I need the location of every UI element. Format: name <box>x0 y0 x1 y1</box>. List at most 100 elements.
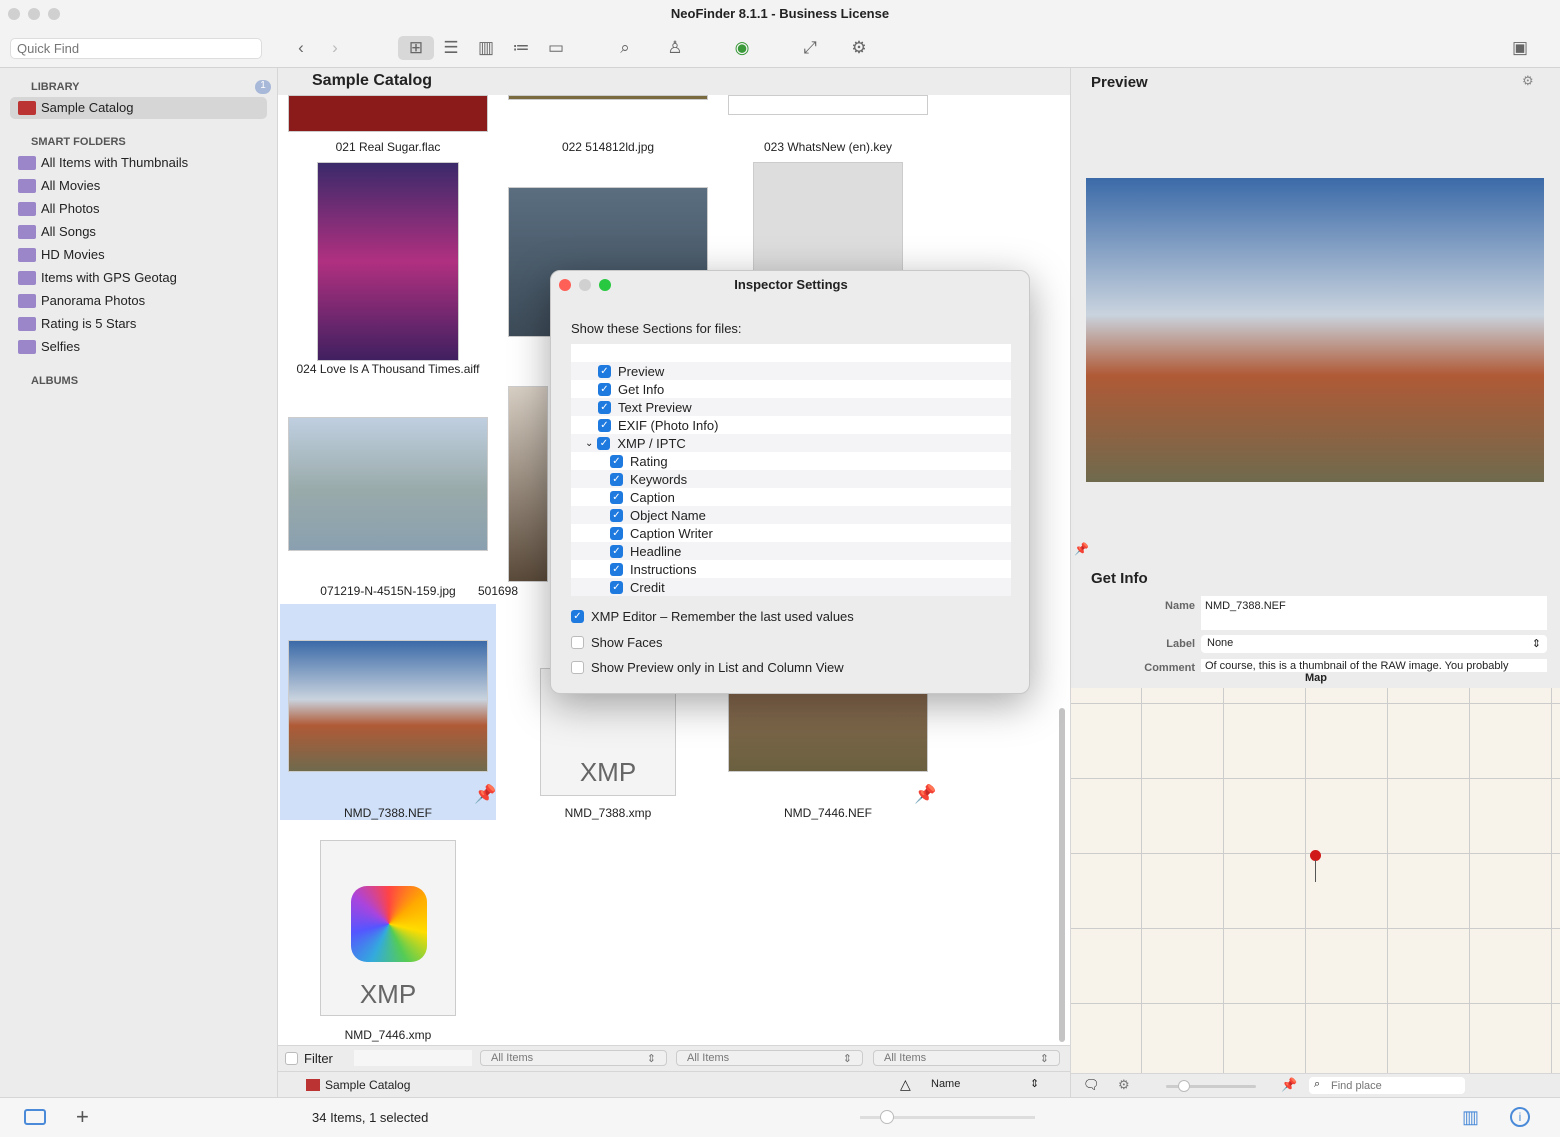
map-view[interactable] <box>1071 688 1560 1073</box>
section-row[interactable]: ✓ Get Info <box>571 380 1011 398</box>
item-name[interactable]: NMD_7388.NEF <box>278 806 498 820</box>
sidebar-item-smart-folder[interactable]: Rating is 5 Stars <box>18 313 136 335</box>
detail-list-view-button[interactable]: ≔ <box>506 36 536 60</box>
sidebar-toggle-icon[interactable] <box>24 1109 46 1125</box>
disclosure-chevron-icon[interactable]: ⌄ <box>585 438 593 449</box>
field-checkbox[interactable]: ✓ <box>610 508 623 522</box>
section-checkbox[interactable]: ✓ <box>598 400 611 414</box>
thumbnail[interactable] <box>753 162 903 272</box>
section-row[interactable]: ⌄ ✓ XMP / IPTC <box>571 434 1011 452</box>
sidebar-item-smart-folder[interactable]: HD Movies <box>18 244 105 266</box>
field-checkbox[interactable]: ✓ <box>610 454 623 468</box>
gear-icon[interactable]: ⚙ <box>1118 1077 1130 1093</box>
item-name[interactable]: 024 Love Is A Thousand Times.aiff <box>278 362 498 376</box>
list-view-button[interactable]: ☰ <box>436 36 466 60</box>
sidebar-item-smart-folder[interactable]: All Songs <box>18 221 96 243</box>
thumbnail[interactable] <box>508 95 708 100</box>
info-icon[interactable]: i <box>1510 1107 1530 1127</box>
field-checkbox[interactable]: ✓ <box>610 490 623 504</box>
xmp-field-row[interactable]: ✓ Caption Writer <box>571 524 1011 542</box>
getinfo-section-title[interactable]: Get Info <box>1091 570 1148 587</box>
item-name[interactable]: 022 514812ld.jpg <box>498 140 718 154</box>
sort-direction-icon[interactable]: △ <box>900 1076 911 1093</box>
section-checkbox[interactable]: ✓ <box>598 382 611 396</box>
field-checkbox[interactable]: ✓ <box>610 562 623 576</box>
filter-input[interactable] <box>354 1050 472 1066</box>
search-icon[interactable]: ⌕ <box>610 36 640 60</box>
item-name[interactable]: NMD_7446.NEF <box>718 806 938 820</box>
field-checkbox[interactable]: ✓ <box>610 544 623 558</box>
slider-knob[interactable] <box>880 1110 894 1124</box>
sidebar-item-smart-folder[interactable]: Selfies <box>18 336 80 358</box>
slider-knob[interactable] <box>1178 1080 1190 1092</box>
item-name[interactable]: 023 WhatsNew (en).key <box>718 140 938 154</box>
fullscreen-icon[interactable]: ⤢ <box>795 36 825 60</box>
option-row[interactable]: Show Preview only in List and Column Vie… <box>571 660 844 675</box>
field-checkbox[interactable]: ✓ <box>610 526 623 540</box>
filter-select-1[interactable]: All Items ⇕ <box>480 1050 667 1066</box>
xmp-field-row[interactable]: ✓ Credit <box>571 578 1011 596</box>
xmp-field-row[interactable]: ✓ Rating <box>571 452 1011 470</box>
option-checkbox[interactable]: ✓ <box>571 610 584 623</box>
sidebar-item-smart-folder[interactable]: All Items with Thumbnails <box>18 152 188 174</box>
find-place-input[interactable] <box>1309 1077 1465 1094</box>
section-checkbox[interactable]: ✓ <box>598 364 611 378</box>
path-item[interactable]: Sample Catalog <box>325 1078 410 1092</box>
xmp-field-row[interactable]: ✓ Instructions <box>571 560 1011 578</box>
label-select[interactable]: None ⇕ <box>1201 635 1547 653</box>
preview-eye-icon[interactable]: ◉ <box>727 36 757 60</box>
option-checkbox[interactable] <box>571 635 584 649</box>
thumbnail[interactable] <box>508 386 548 582</box>
sidebar-item-smart-folder[interactable]: All Movies <box>18 175 100 197</box>
add-icon[interactable]: + <box>76 1104 89 1130</box>
section-row[interactable]: ✓ Preview <box>571 362 1011 380</box>
sidebar-item-smart-folder[interactable]: Panorama Photos <box>18 290 145 312</box>
thumbnail-size-slider[interactable] <box>860 1110 1035 1124</box>
thumbnail[interactable] <box>317 162 459 361</box>
thumbnail[interactable] <box>728 95 928 115</box>
field-checkbox[interactable]: ✓ <box>610 580 623 594</box>
section-checkbox[interactable]: ✓ <box>597 436 611 450</box>
speech-bubble-icon[interactable]: 🗨 <box>1083 1077 1100 1093</box>
option-row[interactable]: ✓ XMP Editor – Remember the last used val… <box>571 609 854 624</box>
preview-section-title[interactable]: Preview <box>1091 74 1148 91</box>
field-checkbox[interactable]: ✓ <box>610 472 623 486</box>
xmp-field-row[interactable]: ✓ Keywords <box>571 470 1011 488</box>
thumbnail[interactable] <box>288 417 488 551</box>
faces-icon[interactable]: ♙ <box>660 36 690 60</box>
item-name[interactable]: NMD_7388.xmp <box>498 806 718 820</box>
thumbnail[interactable] <box>288 640 488 772</box>
sort-select[interactable]: Name <box>931 1078 960 1090</box>
gallery-view-button[interactable]: ▭ <box>541 36 571 60</box>
item-name[interactable]: 501698 <box>458 584 538 598</box>
section-row[interactable]: ✓ EXIF (Photo Info) <box>571 416 1011 434</box>
inspector-toggle-icon[interactable]: ▣ <box>1505 36 1535 60</box>
xmp-field-row[interactable]: ✓ Object Name <box>571 506 1011 524</box>
forward-icon[interactable]: › <box>320 36 350 60</box>
map-zoom-slider[interactable] <box>1166 1080 1256 1092</box>
column-view-button[interactable]: ▥ <box>471 36 501 60</box>
scrollbar[interactable] <box>1059 708 1065 1042</box>
gear-icon[interactable]: ⚙ <box>1522 73 1534 89</box>
filter-select-2[interactable]: All Items ⇕ <box>676 1050 863 1066</box>
filter-checkbox[interactable] <box>285 1052 298 1065</box>
name-field[interactable]: NMD_7388.NEF <box>1201 596 1547 630</box>
item-name[interactable]: NMD_7446.xmp <box>278 1028 498 1042</box>
comment-field[interactable]: Of course, this is a thumbnail of the RA… <box>1201 659 1547 672</box>
section-row[interactable]: ✓ Text Preview <box>571 398 1011 416</box>
xmp-field-row[interactable]: ✓ Headline <box>571 542 1011 560</box>
pin-icon[interactable]: 📌 <box>1281 1077 1297 1093</box>
sidebar-item-smart-folder[interactable]: All Photos <box>18 198 100 220</box>
sections-list[interactable]: ✓ Preview ✓ Get Info ✓ Text Preview ✓ EXIF (Pho… <box>571 344 1011 596</box>
option-checkbox[interactable] <box>571 661 584 674</box>
section-checkbox[interactable]: ✓ <box>598 418 611 432</box>
thumbnail[interactable] <box>288 95 488 132</box>
xmp-field-row[interactable]: ✓ Caption <box>571 488 1011 506</box>
sidebar-item-sample-catalog[interactable]: Sample Catalog <box>10 97 267 119</box>
map-icon[interactable]: ▥ <box>1462 1107 1479 1128</box>
icon-view-button[interactable]: ⊞ <box>398 36 434 60</box>
settings-gear-icon[interactable]: ⚙ <box>844 36 874 60</box>
quick-find-input[interactable] <box>10 38 262 59</box>
item-name[interactable]: 021 Real Sugar.flac <box>278 140 498 154</box>
thumbnail[interactable] <box>728 688 928 772</box>
